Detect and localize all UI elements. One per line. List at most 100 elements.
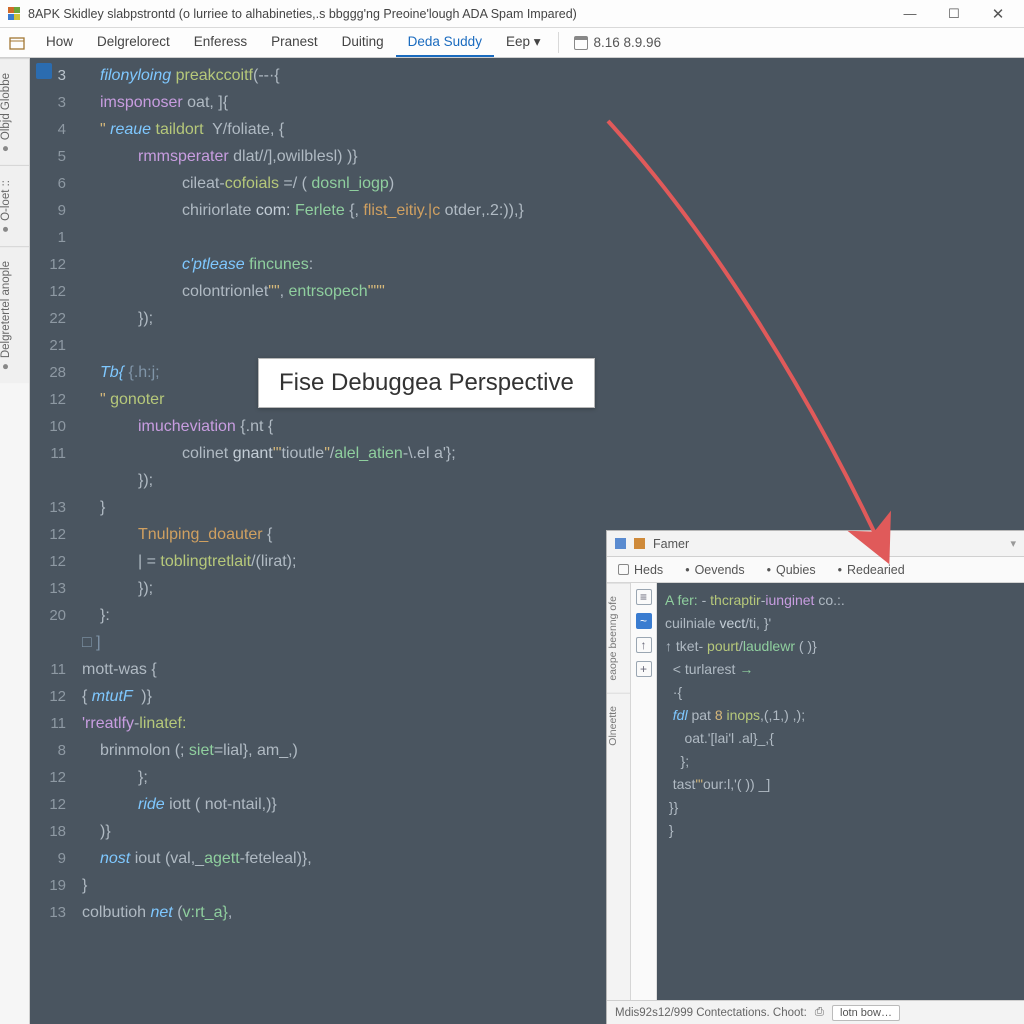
panel-dropdown-icon[interactable]: ▾ (1010, 537, 1016, 550)
code-line[interactable]: imsponoser oat, ]{ (78, 89, 228, 116)
code-line[interactable]: c'ptlease fincunes: (78, 251, 313, 278)
panel-rail-tab[interactable]: Olneette (607, 693, 630, 758)
panel-icon[interactable]: ↑ (636, 637, 652, 653)
panel-title-bar[interactable]: Famer ▾ (607, 531, 1024, 557)
calendar-icon (574, 36, 588, 50)
panel-code-line[interactable]: ·{ (665, 681, 1016, 704)
line-number: 3 (30, 89, 78, 116)
code-editor[interactable]: 3345691121222212812101113121213201112118… (30, 58, 1024, 1024)
panel-status-bar: Mdis92s12/999 Contectations. Choot: ⎙ lo… (607, 1000, 1024, 1024)
panel-icon[interactable]: ~ (636, 613, 652, 629)
date-indicator: 8.16 8.9.96 (564, 28, 672, 57)
menu-item-how[interactable]: How (34, 28, 85, 57)
code-line[interactable]: " gonoter (78, 386, 164, 413)
code-line[interactable]: nost iout (val,_agett-feteleal)}, (78, 845, 312, 872)
line-number: 6 (30, 170, 78, 197)
side-rail-tab[interactable]: O-loet :: (0, 165, 29, 246)
panel-code-line[interactable]: }} (665, 796, 1016, 819)
code-line[interactable]: } (78, 494, 105, 521)
code-line[interactable] (78, 224, 182, 251)
line-number: 9 (30, 197, 78, 224)
panel-rail-tab[interactable]: eaope beenng ofe (607, 583, 630, 693)
panel-side-rails: eaope beenng ofeOlneette (607, 583, 631, 1000)
panel-code-line[interactable]: }; (665, 750, 1016, 773)
code-line[interactable]: cileat-cofoials =/ ( dosnl_iogp) (78, 170, 394, 197)
code-line[interactable]: " reaue taildort Y/foliate, { (78, 116, 284, 143)
line-number: 12 (30, 386, 78, 413)
code-line[interactable]: colinet gnant'"tioutle"/alel_atien-\.el … (78, 440, 456, 467)
maximize-button[interactable]: ☐ (932, 1, 976, 27)
code-line[interactable]: brinmolon (; siet=lial}, am_,) (78, 737, 298, 764)
code-line[interactable]: chiriorlate com: Ferlete {, flist_eitiy.… (78, 197, 524, 224)
code-line[interactable]: colontrionlet"", entrsopech""" (78, 278, 385, 305)
panel-icon[interactable]: ≡ (636, 589, 652, 605)
menu-item-delgrelorect[interactable]: Delgrelorect (85, 28, 182, 57)
code-line[interactable]: filonyloing preakccoitf(--·{ (78, 62, 280, 89)
code-line[interactable]: mott-was { (78, 656, 157, 683)
panel-tab-oevends[interactable]: •Oevends (674, 557, 755, 582)
side-rail-tab[interactable]: Olbjd Globbe (0, 58, 29, 165)
menu-item-enferess[interactable]: Enferess (182, 28, 259, 57)
code-line[interactable]: }); (78, 305, 153, 332)
status-icon: ⎙ (815, 1006, 824, 1019)
panel-code-line[interactable]: oat.'[lai'l .al}_,{ (665, 727, 1016, 750)
menu-item-deda suddy[interactable]: Deda Suddy (396, 28, 494, 57)
code-line[interactable]: imucheviation {.nt { (78, 413, 273, 440)
line-number: 19 (30, 872, 78, 899)
code-line[interactable]: | = toblingtretlait/(lirat); (78, 548, 296, 575)
panel-icon-column: ≡ ~ ↑ + (631, 583, 657, 1000)
workspace: Olbjd GlobbeO-loet ::Delgretertel anople… (0, 58, 1024, 1024)
line-number: 3 (30, 62, 78, 89)
panel-code-line[interactable]: < turlarest → (665, 658, 1016, 681)
line-number: 11 (30, 710, 78, 737)
code-line[interactable]: 'rreatlfy-linatef: (78, 710, 186, 737)
panel-code-line[interactable]: tast'"our:l,'( )) _] (665, 773, 1016, 796)
secondary-panel: Famer ▾ Heds•Oevends•Qubies•Redearied ea… (606, 530, 1024, 1024)
code-line[interactable]: □ ] (78, 629, 101, 656)
panel-code-line[interactable]: A fer: - thcraptir-iunginet co.:. (665, 589, 1016, 612)
menu-item-pranest[interactable]: Pranest (259, 28, 330, 57)
side-rail-tab[interactable]: Delgretertel anople (0, 246, 29, 383)
line-number: 12 (30, 683, 78, 710)
code-line[interactable] (78, 332, 138, 359)
line-number: 11 (30, 440, 78, 467)
line-number (30, 629, 78, 656)
line-number: 13 (30, 575, 78, 602)
line-number: 12 (30, 764, 78, 791)
panel-code-line[interactable]: cuilniale vect/ti, }' (665, 612, 1016, 635)
line-number (30, 926, 78, 953)
code-line[interactable]: }: (78, 602, 110, 629)
status-text: Mdis92s12/999 Contectations. Choot: (615, 1007, 807, 1019)
code-line[interactable]: rmmsperater dlat//],owilblesl) )} (78, 143, 358, 170)
code-line[interactable]: }; (78, 764, 148, 791)
code-line[interactable]: Tnulping_doauter { (78, 521, 272, 548)
panel-tab-qubies[interactable]: •Qubies (756, 557, 827, 582)
panel-icon[interactable]: + (636, 661, 652, 677)
line-number: 5 (30, 143, 78, 170)
panel-code-line[interactable]: ↑ tket- pourt/laudlewr ( )} (665, 635, 1016, 658)
menu-item-eep[interactable]: Eep ▾ (494, 28, 553, 57)
code-line[interactable] (78, 926, 82, 953)
code-line[interactable]: } (78, 872, 87, 899)
perspective-callout: Fise Debuggea Perspective (258, 358, 595, 408)
close-button[interactable]: ✕ (976, 1, 1020, 27)
status-button[interactable]: lotn bow… (832, 1005, 900, 1021)
code-line[interactable]: ride iott ( not-ntail,)} (78, 791, 277, 818)
panel-tab-redearied[interactable]: •Redearied (827, 557, 916, 582)
line-number: 12 (30, 521, 78, 548)
code-line[interactable]: colbutioh net (v:rt_a}, (78, 899, 232, 926)
line-number: 12 (30, 548, 78, 575)
panel-tab-heds[interactable]: Heds (607, 557, 674, 582)
panel-code-line[interactable]: fdl pat 8 inops,(,1,) ,); (665, 704, 1016, 727)
code-line[interactable]: }); (78, 467, 153, 494)
menu-item-duiting[interactable]: Duiting (330, 28, 396, 57)
line-number: 8 (30, 737, 78, 764)
code-line[interactable]: )} (78, 818, 111, 845)
panel-code-line[interactable]: } (665, 819, 1016, 842)
minimize-button[interactable]: — (888, 1, 932, 27)
panel-code-area[interactable]: A fer: - thcraptir-iunginet co.:.cuilnia… (657, 583, 1024, 1000)
code-line[interactable]: { mtutF )} (78, 683, 152, 710)
left-side-rails: Olbjd GlobbeO-loet ::Delgretertel anople (0, 58, 30, 1024)
line-number: 22 (30, 305, 78, 332)
code-line[interactable]: }); (78, 575, 153, 602)
